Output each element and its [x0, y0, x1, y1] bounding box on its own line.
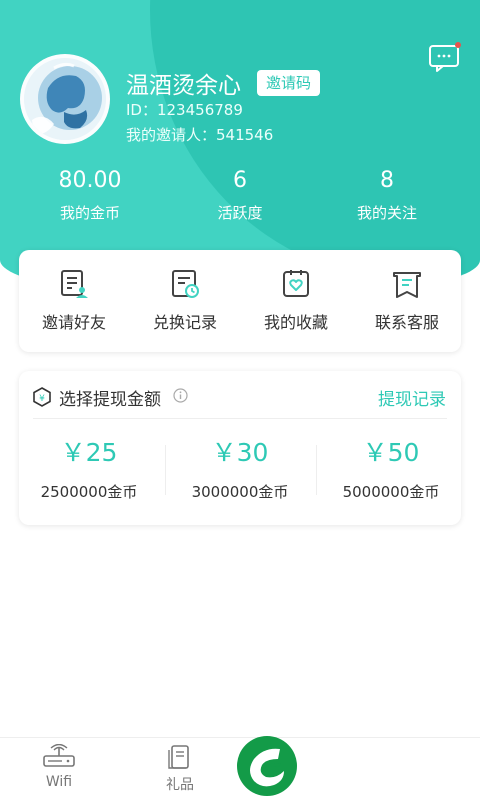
withdraw-record-link[interactable]: 提现记录	[378, 385, 446, 410]
withdraw-card: ¥ 选择提现金额 提现记录 ￥25 2500000金币 ￥30 3000000金…	[19, 371, 461, 525]
withdraw-option-coins: 5000000金币	[342, 483, 440, 501]
info-icon[interactable]	[173, 388, 188, 403]
stat-follow-value: 8	[380, 168, 394, 193]
stat-follow-label: 我的关注	[356, 204, 417, 222]
message-button[interactable]	[428, 42, 462, 72]
invite-friends-icon	[61, 270, 88, 298]
stat-coins[interactable]: 80.00 我的金币	[10, 166, 170, 223]
gift-icon	[168, 745, 189, 769]
message-icon	[429, 42, 461, 72]
withdraw-option-coins: 2500000金币	[40, 483, 138, 501]
stat-activity-value: 6	[233, 168, 247, 193]
tab-wifi[interactable]: Wifi	[14, 744, 104, 790]
favorites-icon	[283, 270, 309, 297]
leaf-logo-icon	[237, 736, 297, 796]
withdraw-option-30[interactable]: ￥30 3000000金币	[170, 437, 310, 502]
quick-item-customer-service[interactable]: 联系客服	[352, 268, 462, 333]
notification-dot	[455, 42, 461, 48]
invite-code-button[interactable]: 邀请码	[257, 70, 321, 96]
stat-follow[interactable]: 8 我的关注	[307, 166, 467, 223]
avatar-image	[24, 58, 106, 140]
stat-coins-label: 我的金币	[59, 204, 120, 222]
stat-activity[interactable]: 6 活跃度	[160, 166, 320, 223]
withdraw-title: 选择提现金额	[59, 390, 161, 410]
withdraw-option-25[interactable]: ￥25 2500000金币	[19, 437, 159, 502]
exchange-record-icon	[172, 270, 199, 298]
quick-item-favorites[interactable]: 我的收藏	[241, 268, 351, 333]
withdraw-option-price: ￥50	[362, 438, 420, 467]
withdraw-option-50[interactable]: ￥50 5000000金币	[321, 437, 461, 502]
withdraw-option-coins: 3000000金币	[191, 483, 289, 501]
quick-actions-card: 邀请好友 兑换记录 我的收藏 联系客服	[19, 250, 461, 352]
quick-item-label: 我的收藏	[263, 313, 328, 332]
center-home-button[interactable]	[236, 735, 298, 797]
avatar[interactable]	[20, 54, 110, 144]
inviter-info: 我的邀请人：541546	[126, 126, 274, 144]
svg-text:¥: ¥	[39, 394, 45, 404]
tab-gift[interactable]: 礼品	[135, 744, 225, 794]
tab-label: 礼品	[166, 777, 194, 793]
divider	[316, 445, 317, 495]
user-id: ID：123456789	[126, 101, 243, 119]
user-name: 温酒烫余心	[126, 73, 241, 99]
quick-item-label: 邀请好友	[41, 313, 106, 332]
tab-label: Wifi	[45, 774, 73, 790]
router-icon	[43, 744, 75, 767]
withdraw-option-price: ￥25	[60, 438, 118, 467]
quick-item-label: 联系客服	[374, 313, 439, 332]
coin-badge-icon: ¥	[33, 387, 51, 407]
withdraw-option-price: ￥30	[211, 438, 269, 467]
divider	[165, 445, 166, 495]
stat-activity-label: 活跃度	[217, 204, 263, 222]
customer-service-icon	[393, 272, 421, 298]
divider	[33, 418, 447, 419]
stat-coins-value: 80.00	[58, 168, 122, 193]
quick-item-invite-friends[interactable]: 邀请好友	[19, 268, 129, 333]
quick-item-label: 兑换记录	[152, 313, 217, 332]
quick-item-exchange-record[interactable]: 兑换记录	[130, 268, 240, 333]
